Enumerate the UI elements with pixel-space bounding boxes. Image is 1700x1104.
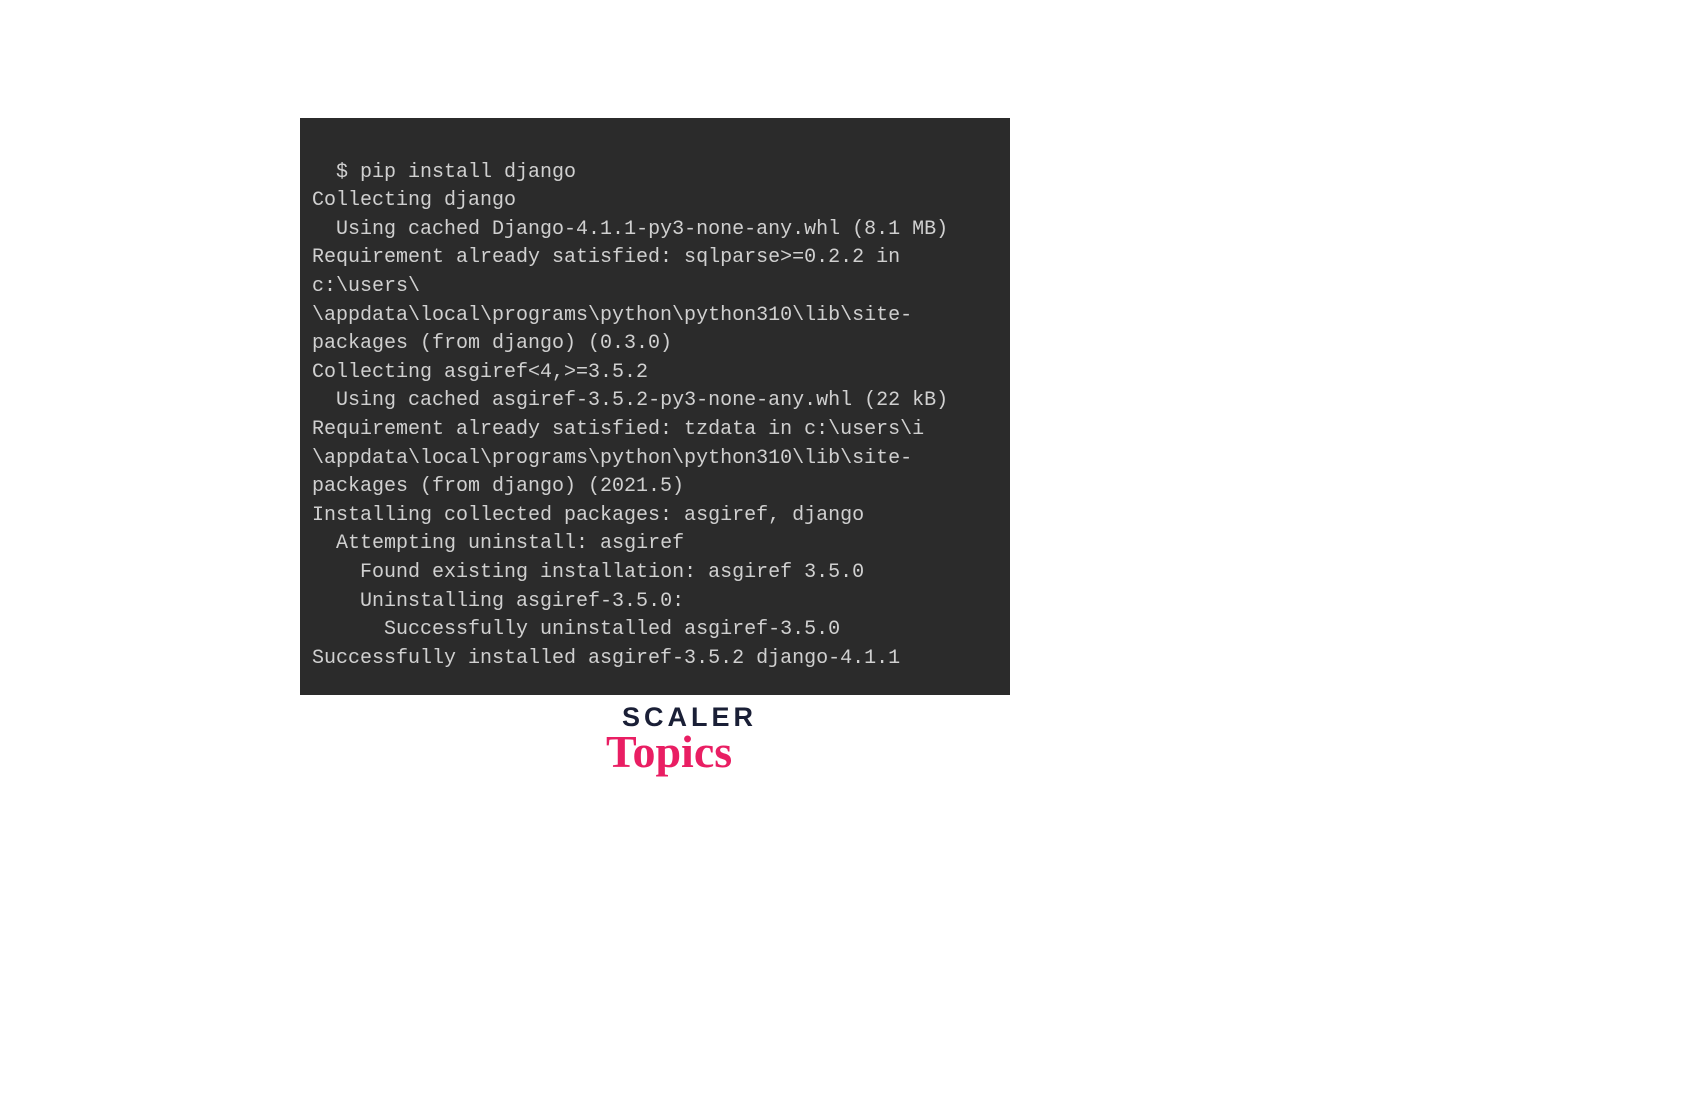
terminal-output: $ pip install django Collecting django U… (312, 161, 972, 670)
logo-text-topics: Topics (606, 729, 757, 775)
brand-logo: SCALER Topics (622, 704, 757, 775)
terminal-window: $ pip install django Collecting django U… (300, 118, 1010, 695)
